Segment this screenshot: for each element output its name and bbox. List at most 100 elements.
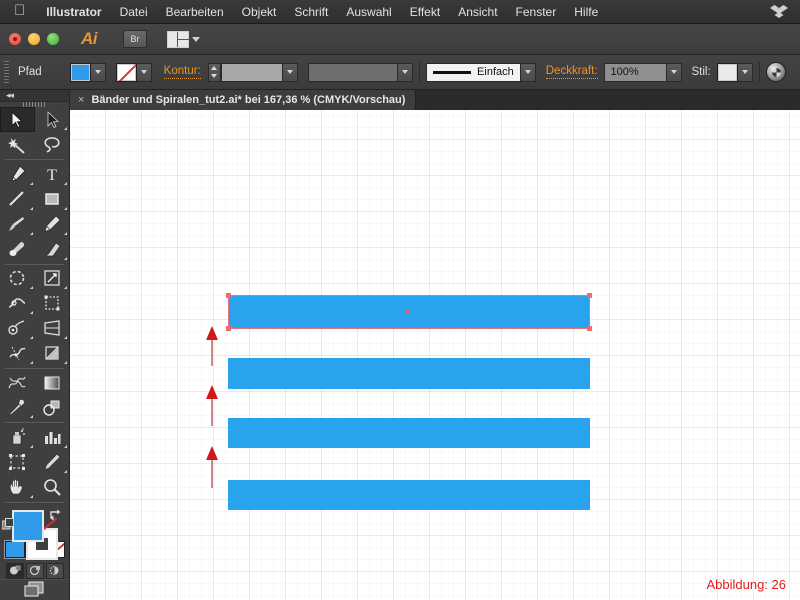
paintbrush-tool[interactable] (0, 212, 35, 237)
blue-bar-3[interactable] (228, 418, 590, 448)
pencil-tool[interactable] (35, 212, 70, 237)
stroke-weight-dropdown[interactable] (282, 62, 298, 82)
document-setup-icon[interactable] (765, 62, 786, 82)
menu-item-effekt[interactable]: Effekt (401, 5, 449, 19)
control-divider-2 (758, 61, 760, 83)
control-options-bar: Pfad Kontur: Einfach Deckkraft: 100% Sti… (0, 55, 800, 90)
fill-color-swatch[interactable] (69, 62, 91, 82)
free-transform-tool[interactable] (35, 291, 70, 316)
artboard-tool[interactable] (0, 450, 35, 475)
magic-wand-tool[interactable] (0, 132, 35, 157)
minimize-window-button[interactable] (28, 33, 40, 45)
menu-item-objekt[interactable]: Objekt (233, 5, 286, 19)
perspective-grid-tool[interactable] (35, 316, 70, 341)
screen-mode-button[interactable] (0, 579, 69, 600)
stroke-weight-input[interactable] (220, 62, 283, 82)
symbol-sprayer-tool[interactable] (0, 425, 35, 450)
rectangle-tool[interactable] (35, 187, 70, 212)
brush-definition-label: Einfach (477, 66, 514, 78)
close-window-button[interactable] (9, 33, 21, 45)
blue-bar-2[interactable] (228, 358, 590, 389)
brush-definition-dropdown[interactable] (520, 62, 536, 82)
bridge-button[interactable]: Br (123, 30, 147, 48)
draw-behind-button[interactable] (25, 562, 44, 579)
brush-definition-field[interactable]: Einfach (425, 62, 521, 82)
maximize-window-button[interactable] (47, 33, 59, 45)
stroke-profile-dropdown[interactable] (397, 62, 413, 82)
eraser-tool[interactable] (35, 237, 70, 262)
direct-selection-tool[interactable] (35, 107, 70, 132)
stepper-down-icon (211, 74, 218, 79)
menu-item-fenster[interactable]: Fenster (507, 5, 566, 19)
opacity-dropdown[interactable] (666, 62, 682, 82)
svg-text:T: T (47, 167, 57, 184)
mesh-tool[interactable] (0, 341, 35, 366)
selection-handle-br[interactable] (587, 326, 592, 331)
selection-tool[interactable] (0, 107, 35, 133)
menu-item-illustrator[interactable]: Illustrator (37, 5, 110, 19)
hand-tool[interactable] (0, 475, 35, 500)
zoom-tool[interactable] (35, 475, 70, 500)
draw-normal-button[interactable] (5, 562, 24, 579)
width-tool[interactable] (0, 291, 35, 316)
document-tab[interactable]: × Bänder und Spiralen_tut2.ai* bei 167,3… (70, 90, 417, 110)
draw-inside-button[interactable] (45, 562, 64, 579)
opacity-input[interactable]: 100% (603, 62, 667, 82)
shape-builder-tool[interactable] (0, 316, 35, 341)
apple-icon[interactable]:  (14, 3, 25, 18)
menu-item-bearbeiten[interactable]: Bearbeiten (157, 5, 233, 19)
control-divider (418, 61, 420, 83)
tools-panel-header[interactable]: ◂◂ (0, 90, 69, 102)
tool-group-selection (0, 107, 69, 157)
opacity-label[interactable]: Deckkraft: (545, 65, 598, 79)
stroke-label[interactable]: Kontur: (163, 65, 201, 79)
collapse-panel-icon[interactable]: ◂◂ (6, 90, 14, 101)
selection-handle-tl[interactable] (226, 293, 231, 298)
slice-tool[interactable] (35, 450, 70, 475)
selection-handle-bl[interactable] (226, 326, 231, 331)
eyedropper-tool[interactable] (0, 395, 35, 420)
default-fill-stroke-icon[interactable] (2, 517, 15, 531)
screen-mode-icon (23, 581, 44, 597)
menu-item-datei[interactable]: Datei (111, 5, 157, 19)
graphic-style-dropdown[interactable] (737, 62, 753, 82)
color-fill-button[interactable] (3, 539, 26, 559)
selection-type-label: Pfad (18, 66, 42, 78)
tool-group-drawing: T (0, 162, 69, 262)
arrange-documents-button[interactable] (167, 30, 200, 48)
arrange-documents-icon (167, 30, 190, 48)
pen-tool[interactable] (0, 162, 35, 187)
control-bar-grip[interactable] (4, 61, 9, 83)
tool-group-transform (0, 266, 69, 366)
menu-item-ansicht[interactable]: Ansicht (449, 5, 506, 19)
scale-tool[interactable] (35, 266, 70, 291)
fill-color-dropdown[interactable] (90, 62, 106, 82)
rotate-tool[interactable] (0, 266, 35, 291)
blob-brush-tool[interactable] (0, 237, 35, 262)
menu-item-auswahl[interactable]: Auswahl (337, 5, 400, 19)
gradient-swatch-tool[interactable] (35, 370, 70, 395)
mesh-grid-tool[interactable] (0, 370, 35, 395)
blend-tool[interactable] (35, 395, 70, 420)
type-tool[interactable]: T (35, 162, 70, 187)
menu-item-hilfe[interactable]: Hilfe (565, 5, 607, 19)
lasso-tool[interactable] (35, 132, 70, 157)
stroke-color-dropdown[interactable] (136, 62, 152, 82)
dropbox-icon[interactable] (770, 4, 788, 20)
gradient-tool[interactable] (35, 341, 70, 366)
selection-handle-tr[interactable] (587, 293, 592, 298)
menu-tray (770, 4, 792, 20)
stroke-weight-stepper[interactable] (207, 62, 221, 82)
column-graph-tool[interactable] (35, 425, 70, 450)
swap-fill-stroke-icon[interactable] (49, 508, 63, 522)
close-icon[interactable]: × (78, 94, 84, 106)
document-tab-bar: × Bänder und Spiralen_tut2.ai* bei 167,3… (70, 90, 800, 110)
stroke-profile-input[interactable] (307, 62, 398, 82)
blue-bar-4[interactable] (228, 480, 590, 510)
line-segment-tool[interactable] (0, 187, 35, 212)
graphic-style-swatch[interactable] (716, 62, 738, 82)
fill-color-box[interactable] (12, 510, 44, 543)
artboard-canvas[interactable]: Abbildung: 26 (70, 110, 800, 600)
menu-item-schrift[interactable]: Schrift (285, 5, 337, 19)
stroke-color-swatch[interactable] (115, 62, 137, 82)
